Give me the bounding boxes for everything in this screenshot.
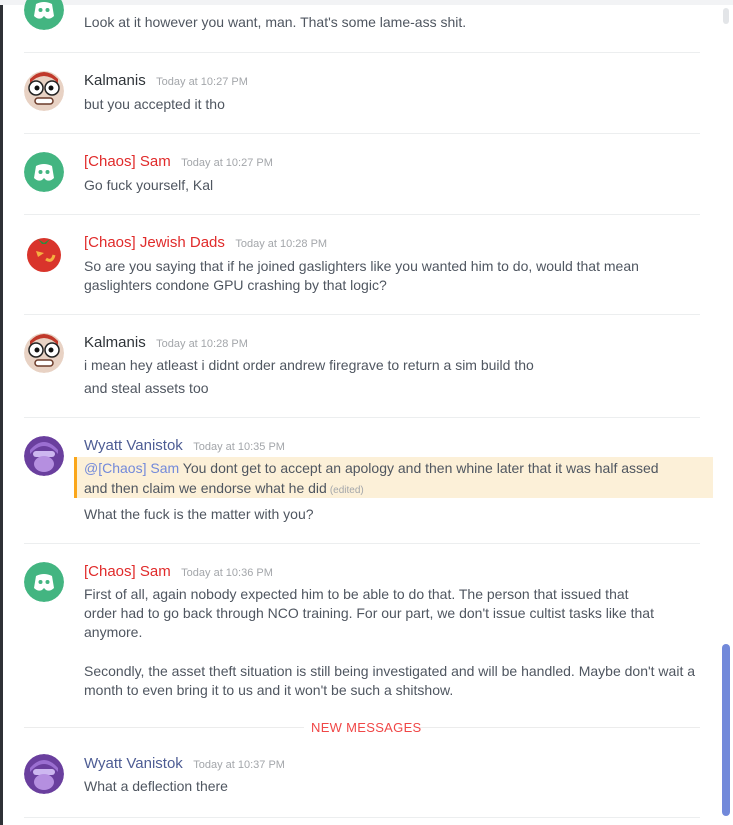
message-header: [Chaos] Jewish Dads Today at 10:28 PM (84, 234, 327, 252)
username[interactable]: [Chaos] Jewish Dads (84, 234, 225, 251)
soldier-portrait-icon (24, 436, 64, 476)
message-header: [Chaos] Sam Today at 10:36 PM (84, 563, 273, 581)
message-header: [Chaos] Sam Today at 10:27 PM (84, 153, 273, 171)
message-text-fragment: You dont get to accept an apology and th… (179, 460, 659, 476)
message-text: What the fuck is the matter with you? (84, 506, 314, 522)
message-header: Wyatt Vanistok Today at 10:35 PM (84, 437, 285, 455)
message-divider (24, 133, 700, 134)
message-text: First of all, again nobody expected him … (84, 586, 629, 602)
timestamp: Today at 10:37 PM (193, 759, 285, 771)
new-messages-label: NEW MESSAGES (311, 720, 422, 735)
message-text: What a deflection there (84, 778, 228, 794)
edited-tag: (edited) (329, 485, 364, 496)
message-text: Secondly, the asset theft situation is s… (84, 663, 696, 679)
message-text: Go fuck yourself, Kal (84, 177, 214, 193)
discord-logo-icon (24, 152, 64, 192)
avatar[interactable] (24, 333, 64, 373)
scrollbar-thumb[interactable] (722, 644, 730, 816)
message-text: but you accepted it tho (84, 96, 225, 112)
googly-face-icon (24, 333, 64, 373)
new-messages-line (420, 727, 700, 728)
discord-logo-icon (24, 562, 64, 602)
message-header: Kalmanis Today at 10:28 PM (84, 334, 248, 352)
new-messages-line (24, 727, 304, 728)
message-text: and then claim we endorse what he did (ed… (84, 479, 364, 500)
message-text-fragment: and then claim we endorse what he did (84, 480, 327, 496)
message-text: i mean hey atleast i didnt order andrew … (84, 357, 534, 373)
message-header: Kalmanis Today at 10:27 PM (84, 72, 248, 90)
message-divider (24, 817, 700, 818)
username[interactable]: [Chaos] Sam (84, 153, 171, 170)
message-divider (24, 314, 700, 315)
avatar[interactable] (24, 152, 64, 192)
avatar[interactable] (24, 71, 64, 111)
scrollbar-top-cap (723, 8, 729, 24)
timestamp: Today at 10:35 PM (193, 441, 285, 453)
username[interactable]: [Chaos] Sam (84, 563, 171, 580)
username[interactable]: Kalmanis (84, 72, 146, 89)
avatar[interactable] (24, 754, 64, 794)
timestamp: Today at 10:27 PM (181, 157, 273, 169)
message-divider (24, 417, 700, 418)
avatar[interactable] (24, 233, 64, 273)
avatar[interactable] (24, 0, 64, 30)
chat-top-edge (0, 0, 733, 5)
message-text: So are you saying that if he joined gasl… (84, 258, 639, 274)
message-text: order had to go back through NCO trainin… (84, 605, 654, 621)
message-header: Wyatt Vanistok Today at 10:37 PM (84, 755, 285, 773)
app-left-edge (0, 0, 3, 825)
googly-face-icon (24, 71, 64, 111)
username[interactable]: Wyatt Vanistok (84, 437, 183, 454)
timestamp: Today at 10:36 PM (181, 567, 273, 579)
message-text: @[Chaos] Sam You dont get to accept an a… (84, 459, 659, 478)
avatar[interactable] (24, 562, 64, 602)
user-mention[interactable]: @[Chaos] Sam (84, 460, 179, 476)
message-divider (24, 52, 700, 53)
timestamp: Today at 10:28 PM (156, 338, 248, 350)
username[interactable]: Wyatt Vanistok (84, 755, 183, 772)
message-text: gaslighters condone GPU crashing by that… (84, 277, 387, 293)
message-text: and steal assets too (84, 380, 209, 396)
message-divider (24, 214, 700, 215)
message-text: Look at it however you want, man. That's… (84, 14, 467, 30)
message-text: month to even bring it to us and it won'… (84, 682, 454, 698)
username[interactable]: Kalmanis (84, 334, 146, 351)
discord-logo-icon (24, 0, 64, 30)
tomato-face-icon (24, 233, 64, 273)
avatar[interactable] (24, 436, 64, 476)
message-divider (24, 543, 700, 544)
timestamp: Today at 10:27 PM (156, 76, 248, 88)
timestamp: Today at 10:28 PM (235, 238, 328, 250)
soldier-portrait-icon (24, 754, 64, 794)
message-text: anymore. (84, 624, 143, 640)
